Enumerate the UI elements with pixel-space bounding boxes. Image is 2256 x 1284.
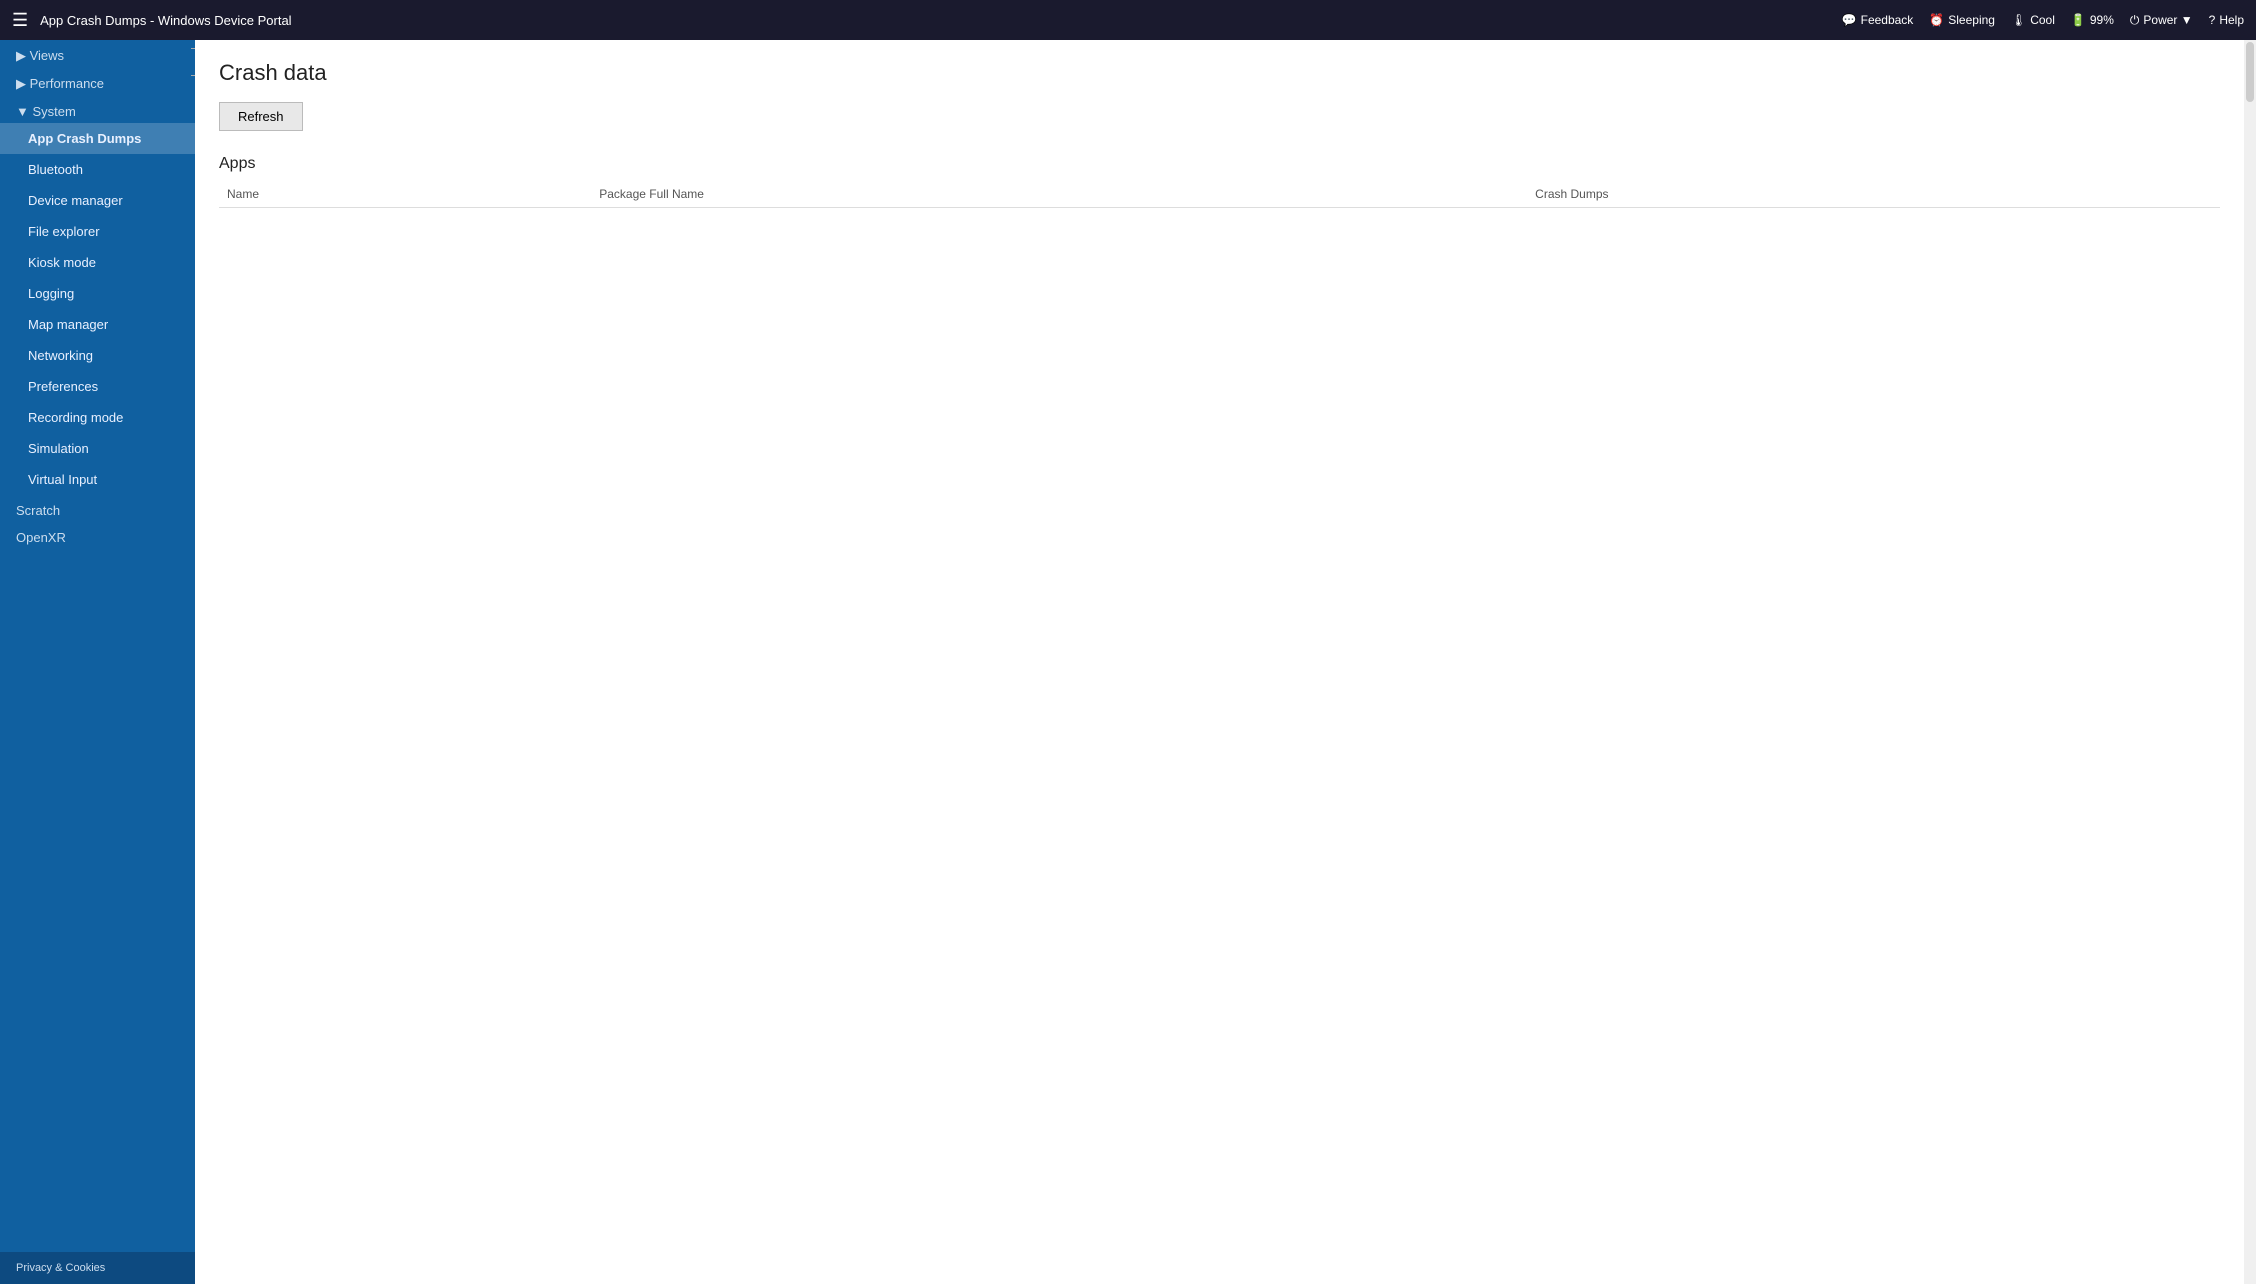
main-layout: ◀ ▶ Views▶ Performance▼ SystemApp Crash …	[0, 40, 2256, 1284]
scrollbar-thumb[interactable]	[2246, 42, 2254, 102]
battery-label: 99%	[2090, 13, 2114, 27]
sidebar-item-preferences[interactable]: Preferences	[0, 371, 195, 402]
power-icon: ⏻	[2130, 13, 2140, 28]
topbar: ☰ App Crash Dumps - Windows Device Porta…	[0, 0, 2256, 40]
help-icon: ?	[2209, 13, 2216, 27]
thermometer-icon: 🌡	[2011, 13, 2026, 27]
apps-section-title: Apps	[219, 155, 2220, 173]
battery-icon: 🔋	[2071, 13, 2086, 27]
sidebar-item-scratch[interactable]: Scratch	[0, 495, 195, 522]
right-panel: Crash data Refresh Apps Name Package Ful…	[195, 40, 2256, 1284]
column-name: Name	[219, 181, 591, 208]
power-button[interactable]: ⏻ Power ▼	[2130, 13, 2193, 28]
sidebar-item-virtual-input[interactable]: Virtual Input	[0, 464, 195, 495]
sidebar-item-bluetooth[interactable]: Bluetooth	[0, 154, 195, 185]
sidebar-collapse-button[interactable]: ◀	[191, 48, 195, 76]
scrollbar-track[interactable]	[2244, 40, 2256, 1284]
table-header: Name Package Full Name Crash Dumps	[219, 181, 2220, 208]
table-header-row: Name Package Full Name Crash Dumps	[219, 181, 2220, 208]
hamburger-menu[interactable]: ☰	[12, 10, 28, 31]
sidebar-item-performance[interactable]: ▶ Performance	[0, 68, 195, 96]
page-title: Crash data	[219, 60, 2220, 86]
feedback-button[interactable]: 💬 Feedback	[1842, 13, 1914, 27]
privacy-cookies-link[interactable]: Privacy & Cookies	[0, 1252, 195, 1284]
topbar-actions: 💬 Feedback ⏰ Sleeping 🌡 Cool 🔋 99% ⏻ Pow…	[1842, 13, 2244, 28]
battery-button[interactable]: 🔋 99%	[2071, 13, 2114, 27]
refresh-button[interactable]: Refresh	[219, 102, 303, 131]
feedback-icon: 💬	[1842, 13, 1857, 27]
sidebar-item-file-explorer[interactable]: File explorer	[0, 216, 195, 247]
feedback-label: Feedback	[1861, 13, 1914, 27]
column-crash-dumps: Crash Dumps	[1527, 181, 2220, 208]
sleeping-label: Sleeping	[1948, 13, 1995, 27]
sidebar-item-recording-mode[interactable]: Recording mode	[0, 402, 195, 433]
sleeping-icon: ⏰	[1929, 13, 1944, 27]
sleeping-button[interactable]: ⏰ Sleeping	[1929, 13, 1995, 27]
sidebar-item-openxr[interactable]: OpenXR	[0, 522, 195, 549]
sidebar-item-system[interactable]: ▼ System	[0, 96, 195, 123]
cool-button[interactable]: 🌡 Cool	[2011, 13, 2055, 27]
sidebar-item-networking[interactable]: Networking	[0, 340, 195, 371]
cool-label: Cool	[2030, 13, 2055, 27]
help-button[interactable]: ? Help	[2209, 13, 2244, 27]
sidebar-item-app-crash-dumps[interactable]: App Crash Dumps	[0, 123, 195, 154]
sidebar-item-device-manager[interactable]: Device manager	[0, 185, 195, 216]
sidebar-item-simulation[interactable]: Simulation	[0, 433, 195, 464]
crash-data-table: Name Package Full Name Crash Dumps	[219, 181, 2220, 208]
sidebar-item-kiosk-mode[interactable]: Kiosk mode	[0, 247, 195, 278]
sidebar-item-map-manager[interactable]: Map manager	[0, 309, 195, 340]
sidebar-item-logging[interactable]: Logging	[0, 278, 195, 309]
app-title: App Crash Dumps - Windows Device Portal	[40, 13, 1842, 28]
content-inner: Crash data Refresh Apps Name Package Ful…	[195, 40, 2244, 1284]
column-package-full-name: Package Full Name	[591, 181, 1527, 208]
content-area: Crash data Refresh Apps Name Package Ful…	[195, 40, 2244, 1284]
sidebar-nav: ▶ Views▶ Performance▼ SystemApp Crash Du…	[0, 40, 195, 549]
help-label: Help	[2219, 13, 2244, 27]
sidebar-item-views[interactable]: ▶ Views	[0, 40, 195, 68]
sidebar: ◀ ▶ Views▶ Performance▼ SystemApp Crash …	[0, 40, 195, 1284]
power-label: Power ▼	[2143, 13, 2192, 27]
